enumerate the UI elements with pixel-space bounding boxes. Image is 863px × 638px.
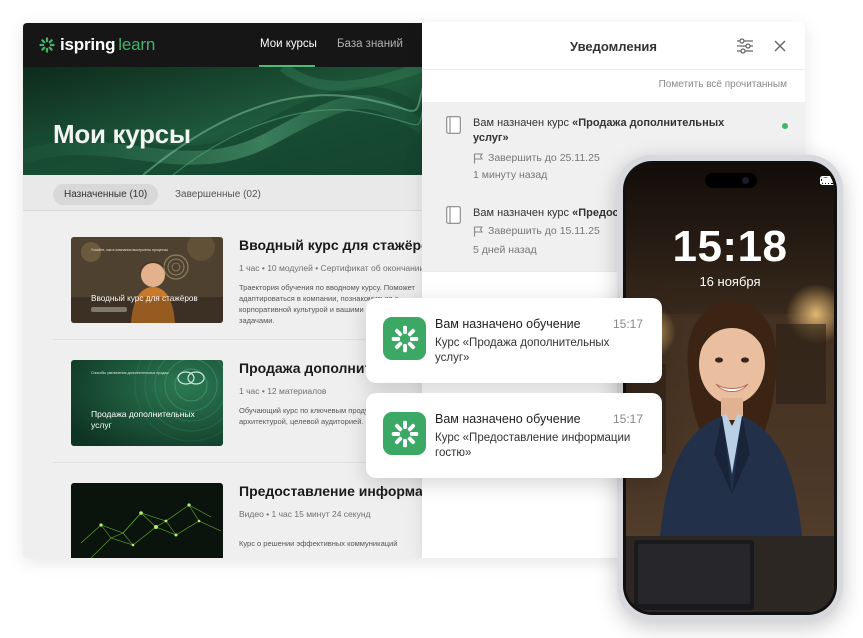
push-notification[interactable]: Вам назначено обучение 15:17 Курс «Предо… [366, 393, 662, 478]
course-thumbnail[interactable]: Способы увеличения дополнительных продаж… [71, 360, 223, 446]
logo-product: learn [118, 35, 156, 54]
ispring-learn-logo[interactable]: ispring learn [39, 35, 155, 55]
course-thumbnail[interactable] [71, 483, 223, 558]
push-time: 15:17 [612, 317, 643, 331]
phone-lock-screen: 15:18 16 ноября [626, 164, 834, 612]
lock-screen-time: 15:18 [672, 222, 788, 271]
ispring-logo-icon [39, 37, 55, 53]
nav-knowledge-base[interactable]: База знаний [337, 38, 403, 50]
course-meta: 1 час • 10 модулей • Сертификат об оконч… [239, 263, 423, 273]
battery-icon [820, 176, 834, 185]
course-card[interactable]: Вводный курс для стажёров Узнайте, как в… [23, 237, 423, 355]
tab-completed[interactable]: Завершенные (02) [164, 184, 272, 205]
course-title[interactable]: Вводный курс для стажёров [239, 237, 423, 253]
logo-text: ispring learn [60, 35, 155, 55]
push-notification[interactable]: Вам назначено обучение 15:17 Курс «Прода… [366, 298, 662, 383]
lms-app-window: ispring learn Мои курсы База знаний Мои … [23, 23, 423, 558]
notification-due: Завершить до 25.11.25 [473, 152, 600, 164]
course-thumbnail[interactable]: Вводный курс для стажёров Узнайте, как в… [71, 237, 223, 323]
thumb-small-text: Способы увеличения дополнительных продаж [91, 371, 169, 375]
page-title: Мои курсы [53, 119, 191, 149]
thumb-small-text: Узнайте, как в компании выстроены процес… [91, 248, 169, 252]
course-meta: Видео • 1 час 15 минут 24 секунд [239, 509, 371, 519]
course-title[interactable]: Предоставление информации гостю [239, 483, 423, 499]
ispring-app-icon [383, 412, 426, 455]
document-icon [446, 116, 461, 134]
phone-bezel: 15:18 16 ноября [623, 161, 837, 615]
network-mesh-thumbnail [71, 483, 223, 558]
notification-time: 5 дней назад [473, 244, 537, 256]
flag-icon [473, 152, 483, 163]
ispring-logo-icon [391, 420, 418, 447]
notifications-header: Уведомления [422, 22, 805, 70]
due-date-text: Завершить до 15.11.25 [488, 225, 600, 237]
thumb-caption: Вводный курс для стажёров [91, 294, 198, 303]
notification-prefix: Вам назначен курс [473, 117, 573, 129]
top-navigation-bar: ispring learn Мои курсы База знаний [23, 23, 423, 67]
close-icon[interactable] [773, 39, 787, 53]
flag-icon [473, 225, 483, 236]
nav-my-courses[interactable]: Мои курсы [260, 38, 317, 50]
unread-indicator [782, 123, 788, 129]
trainee-photo-image: Вводный курс для стажёров Узнайте, как в… [71, 237, 223, 323]
course-meta: 1 час • 12 материалов [239, 386, 327, 396]
push-title: Вам назначено обучение [435, 317, 581, 331]
push-body: Курс «Предоставление информации гостю» [435, 432, 631, 460]
notification-prefix: Вам назначен курс [473, 207, 573, 219]
tab-assigned[interactable]: Назначенные (10) [53, 184, 159, 205]
course-tabs: Назначенные (10) Завершенные (02) [23, 175, 423, 211]
notification-due: Завершить до 15.11.25 [473, 225, 600, 237]
course-card[interactable]: Предоставление информации гостю Видео • … [23, 483, 423, 558]
logo-brand: ispring [60, 35, 116, 54]
thumb-caption-line: услуг [91, 420, 112, 430]
lock-screen-date: 16 ноября [699, 274, 761, 289]
dynamic-island [705, 173, 757, 188]
ispring-app-icon [383, 317, 426, 360]
smartphone-mockup: 15:18 16 ноября [617, 155, 843, 621]
thumb-caption-line: Продажа дополнительных [91, 409, 196, 419]
mark-all-read-link[interactable]: Пометить всё прочитанным [659, 79, 787, 90]
push-title: Вам назначено обучение [435, 412, 581, 426]
course-description: Курс о решении эффективных коммуникаций [239, 539, 398, 548]
push-time: 15:17 [612, 412, 643, 426]
filter-icon[interactable] [736, 38, 754, 54]
due-date-text: Завершить до 25.11.25 [488, 152, 600, 164]
hero-banner: Мои курсы [23, 67, 423, 175]
course-card[interactable]: Способы увеличения дополнительных продаж… [23, 360, 423, 478]
notification-time: 1 минуту назад [473, 169, 548, 181]
green-wave-thumbnail: Способы увеличения дополнительных продаж… [71, 360, 223, 446]
ispring-logo-icon [391, 325, 418, 352]
push-body: Курс «Продажа дополнительных услуг» [435, 337, 610, 365]
notification-text: Вам назначен курс «Продажа дополнительны… [473, 116, 753, 147]
document-icon [446, 206, 461, 224]
